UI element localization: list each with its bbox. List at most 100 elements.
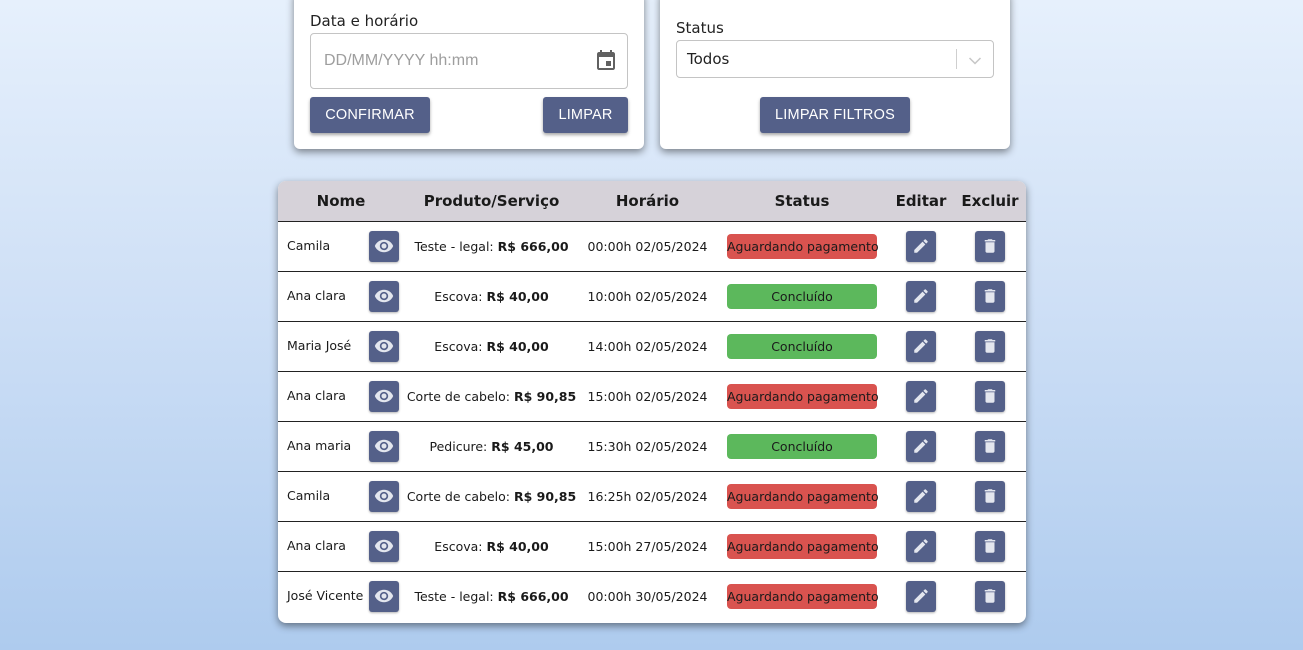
name-cell: Camila [278,471,404,521]
service-name: Escova: [434,538,483,554]
status-cell: Concluído [716,271,888,321]
view-button[interactable] [368,430,399,462]
delete-cell [954,521,1026,571]
eye-icon [374,436,394,456]
product-cell: Corte de cabelo: R$ 90,85 [404,471,579,521]
calendar-icon[interactable] [594,49,618,77]
table-row: Maria José Escova: R$ 40,00 14:00h 02/05… [278,321,1026,371]
status-cell: Aguardando pagamento [716,371,888,421]
time-cell: 15:00h 02/05/2024 [587,388,708,404]
delete-cell [954,371,1026,421]
date-time-label: Data e horário [310,12,419,30]
edit-cell [888,521,954,571]
eye-icon [374,336,394,356]
status-cell: Concluído [716,321,888,371]
status-badge: Concluído [727,433,877,459]
delete-button[interactable] [975,480,1005,512]
edit-button[interactable] [906,430,936,462]
delete-button[interactable] [975,530,1005,562]
pencil-icon [912,237,930,255]
edit-button[interactable] [906,380,936,412]
table-row: Ana clara Corte de cabelo: R$ 90,85 15:0… [278,371,1026,421]
edit-cell [888,221,954,271]
view-button[interactable] [368,230,399,262]
delete-button[interactable] [975,280,1005,312]
trash-icon [981,237,999,255]
delete-cell [954,321,1026,371]
service-price: R$ 40,00 [486,538,549,554]
header-delete: Excluir [961,191,1019,210]
view-button[interactable] [368,380,399,412]
view-button[interactable] [368,280,399,312]
client-name: Ana clara [287,287,346,303]
edit-button[interactable] [906,530,936,562]
edit-cell [888,471,954,521]
product-cell: Teste - legal: R$ 666,00 [404,221,579,271]
status-cell: Aguardando pagamento [716,221,888,271]
edit-button[interactable] [906,480,936,512]
date-time-input[interactable]: DD/MM/YYYY hh:mm [310,33,628,89]
select-separator [956,49,957,69]
time-cell: 15:30h 02/05/2024 [587,438,708,454]
clear-button[interactable]: LIMPAR [543,97,628,133]
view-button[interactable] [368,580,399,612]
delete-button[interactable] [975,580,1005,612]
product-cell: Pedicure: R$ 45,00 [404,421,579,471]
date-filter-card: Data e horário DD/MM/YYYY hh:mm CONFIRMA… [294,0,644,149]
client-name: Ana clara [287,537,346,553]
delete-button[interactable] [975,430,1005,462]
service-price: R$ 45,00 [491,438,554,454]
view-button[interactable] [368,330,399,362]
chevron-down-icon[interactable] [966,51,984,73]
trash-icon [981,387,999,405]
table-row: Camila Teste - legal: R$ 666,00 00:00h 0… [278,221,1026,271]
service-price: R$ 666,00 [497,588,569,604]
status-badge: Concluído [727,283,877,309]
view-button[interactable] [368,530,399,562]
status-select-value: Todos [687,50,730,68]
service-name: Teste - legal: [414,238,494,254]
eye-icon [374,236,394,256]
service-price: R$ 40,00 [486,288,549,304]
status-label: Status [676,19,724,37]
time-cell: 00:00h 30/05/2024 [587,588,708,604]
edit-cell [888,271,954,321]
delete-button[interactable] [975,380,1005,412]
header-product: Produto/Serviço [423,191,560,210]
status-badge: Concluído [727,333,877,359]
name-cell: Ana clara [278,371,404,421]
trash-icon [981,487,999,505]
product-cell: Escova: R$ 40,00 [404,521,579,571]
status-select[interactable]: Todos [676,40,994,78]
confirm-button[interactable]: CONFIRMAR [310,97,430,133]
table-row: Ana clara Escova: R$ 40,00 10:00h 02/05/… [278,271,1026,321]
pencil-icon [912,537,930,555]
time-cell: 16:25h 02/05/2024 [587,488,708,504]
service-price: R$ 666,00 [497,238,569,254]
service-name: Pedicure: [429,438,488,454]
delete-button[interactable] [975,330,1005,362]
edit-cell [888,371,954,421]
edit-button[interactable] [906,230,936,262]
service-name: Escova: [434,288,483,304]
status-badge: Aguardando pagamento [727,383,879,409]
name-cell: José Vicente [278,571,404,621]
edit-button[interactable] [906,280,936,312]
eye-icon [374,586,394,606]
time-cell: 15:00h 27/05/2024 [587,538,708,554]
status-badge: Aguardando pagamento [727,233,879,259]
header-status: Status [774,191,830,210]
view-button[interactable] [368,480,399,512]
delete-cell [954,421,1026,471]
clear-filters-button[interactable]: LIMPAR FILTROS [760,97,910,133]
service-price: R$ 90,85 [513,488,577,504]
table-body: Camila Teste - legal: R$ 666,00 00:00h 0… [278,221,1026,621]
edit-button[interactable] [906,580,936,612]
appointments-table: Nome Produto/Serviço Horário Status Edit… [278,181,1026,621]
product-cell: Escova: R$ 40,00 [404,271,579,321]
client-name: José Vicente [287,587,364,603]
edit-button[interactable] [906,330,936,362]
trash-icon [981,537,999,555]
table-row: Ana maria Pedicure: R$ 45,00 15:30h 02/0… [278,421,1026,471]
delete-button[interactable] [975,230,1005,262]
